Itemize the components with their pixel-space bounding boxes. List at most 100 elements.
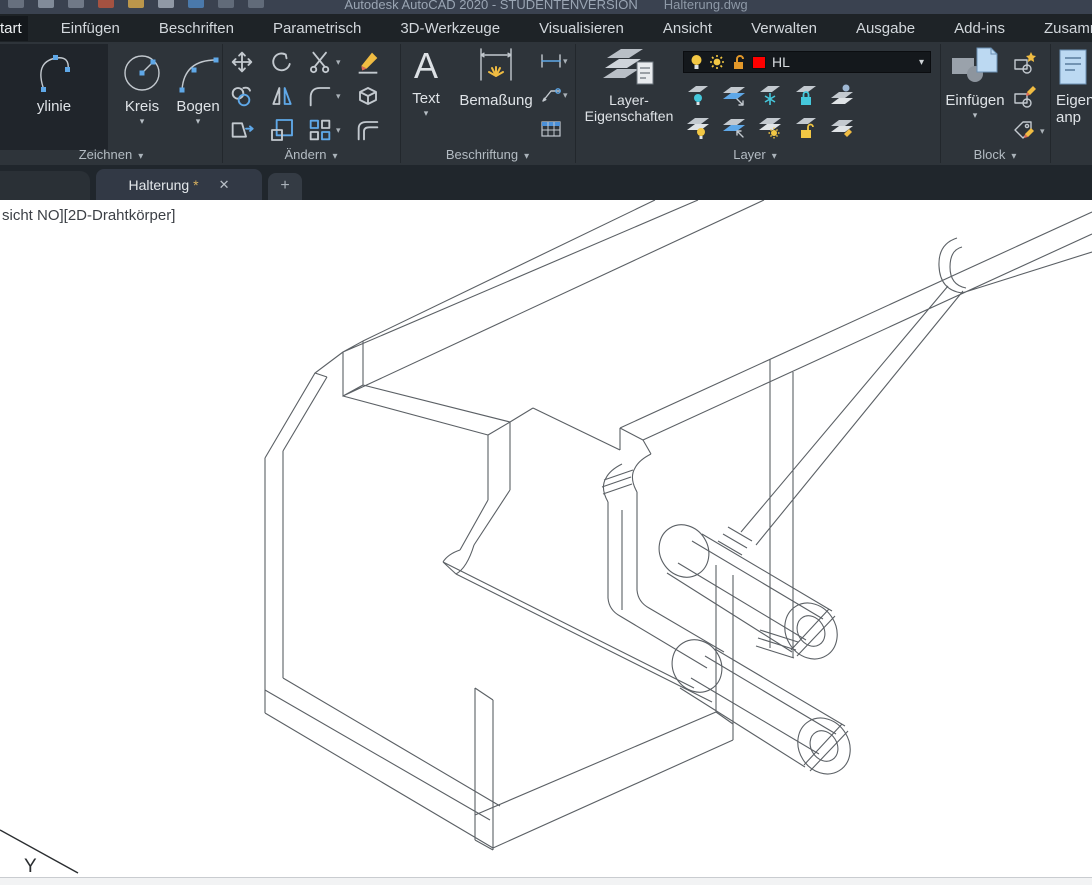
fuehrungslinie-caret-icon[interactable]: ▾ xyxy=(563,90,568,101)
modified-indicator: * xyxy=(193,177,198,193)
layer-select-dropdown[interactable]: HL ▾ xyxy=(683,51,931,73)
ribbon-tab-parametrisch[interactable]: Parametrisch xyxy=(267,16,367,41)
spiegeln-button[interactable] xyxy=(270,84,294,108)
layer-lock-icon xyxy=(793,82,819,108)
ribbon-tab-visualisieren[interactable]: Visualisieren xyxy=(533,16,630,41)
layer-off-icon xyxy=(685,82,711,108)
eigenschaften-label-2: anp xyxy=(1056,109,1092,126)
stutzen-button[interactable] xyxy=(308,50,332,74)
ribbon: ylinie Kreis ▾ Bogen xyxy=(0,42,1092,165)
panel-label-zeichnen[interactable]: Zeichnen▾ xyxy=(0,147,222,162)
strecken-button[interactable] xyxy=(230,118,254,142)
zeichnen-caret-icon: ▾ xyxy=(138,151,143,162)
kopieren-button[interactable] xyxy=(230,84,254,108)
stutzen-caret-icon[interactable]: ▾ xyxy=(336,57,341,68)
file-tab-stub[interactable] xyxy=(0,171,90,200)
attribut-bearbeiten-button[interactable] xyxy=(1012,118,1038,144)
layer-isolieren-button[interactable] xyxy=(721,82,747,108)
layer-unisolate-icon xyxy=(721,114,747,140)
reihe-button[interactable] xyxy=(308,118,332,142)
abrunden-caret-icon[interactable]: ▾ xyxy=(336,91,341,102)
layer-caret-icon: ▾ xyxy=(772,151,777,162)
layer-eigenschaften-button[interactable]: Layer- Eigenschaften xyxy=(581,44,677,124)
ribbon-tab-add-ins[interactable]: Add-ins xyxy=(948,16,1011,41)
block-erstellen-button[interactable] xyxy=(1012,50,1038,76)
linear-bemassung-button[interactable] xyxy=(540,52,562,70)
block-einfuegen-caret-icon[interactable]: ▾ xyxy=(942,110,1008,121)
move-icon xyxy=(230,50,254,74)
tabelle-button[interactable] xyxy=(540,120,562,138)
layer-on-icon xyxy=(685,114,711,140)
attribut-caret-icon[interactable]: ▾ xyxy=(1040,126,1045,137)
loeschen-button[interactable] xyxy=(356,50,380,74)
close-tab-icon[interactable]: ✕ xyxy=(219,177,230,193)
panel-eigenschaften-partial: Eigen anp xyxy=(1050,42,1092,165)
ribbon-tab-ansicht[interactable]: Ansicht xyxy=(657,16,718,41)
reihe-caret-icon[interactable]: ▾ xyxy=(336,125,341,136)
kreis-button[interactable]: Kreis ▾ xyxy=(116,44,168,127)
ribbon-tab-einfuegen[interactable]: Einfügen xyxy=(55,16,126,41)
abrunden-button[interactable] xyxy=(308,84,332,108)
schieben-button[interactable] xyxy=(230,50,254,74)
match-layer-icon xyxy=(829,114,855,140)
new-tab-button[interactable]: + xyxy=(268,173,302,200)
ribbon-tab-beschriften[interactable]: Beschriften xyxy=(153,16,240,41)
dimension-icon xyxy=(474,46,518,90)
explode-box-icon xyxy=(356,84,380,108)
layer-frieren-button[interactable] xyxy=(757,82,783,108)
file-tab-bar: Halterung* ✕ + xyxy=(0,165,1092,200)
bemassung-button[interactable]: Bemaßung xyxy=(454,44,538,109)
ribbon-tab-zusammenarbeiten[interactable]: Zusammenarbeiten xyxy=(1038,16,1092,41)
block-einfuegen-button[interactable]: Einfügen ▾ xyxy=(942,44,1008,121)
layer-sperren-button[interactable] xyxy=(793,82,819,108)
ribbon-tab-verwalten[interactable]: Verwalten xyxy=(745,16,823,41)
bogen-caret-icon[interactable]: ▾ xyxy=(170,116,226,127)
drehen-button[interactable] xyxy=(270,50,294,74)
panel-label-aendern[interactable]: Ändern▾ xyxy=(222,147,400,162)
layer-isolate-icon xyxy=(721,82,747,108)
ribbon-tab-ausgabe[interactable]: Ausgabe xyxy=(850,16,921,41)
edit-block-icon xyxy=(1012,84,1038,110)
layer-color-swatch[interactable] xyxy=(752,56,766,69)
layer-aus-button[interactable] xyxy=(685,82,711,108)
ribbon-tab-bar: Start Einfügen Beschriften Parametrisch … xyxy=(0,14,1092,42)
block-editor-button[interactable] xyxy=(1012,84,1038,110)
panel-label-layer[interactable]: Layer▾ xyxy=(635,147,875,162)
bogen-label: Bogen xyxy=(170,98,226,115)
ucs-icon: Y xyxy=(0,830,78,877)
panel-label-beschriftung[interactable]: Beschriftung▾ xyxy=(400,147,575,162)
layer-tauen-button[interactable] xyxy=(757,114,783,140)
make-current-layer-icon xyxy=(829,82,855,108)
ursprung-button[interactable] xyxy=(356,84,380,108)
layer-entsperren-button[interactable] xyxy=(793,114,819,140)
panel-layer: Layer- Eigenschaften HL ▾ xyxy=(575,42,940,165)
polylinie-button[interactable]: ylinie xyxy=(0,44,108,150)
kreis-caret-icon[interactable]: ▾ xyxy=(116,116,168,127)
layer-aktuell-button[interactable] xyxy=(829,82,855,108)
fuehrungslinie-button[interactable] xyxy=(540,86,562,104)
layer-dropdown-caret-icon[interactable]: ▾ xyxy=(919,57,924,68)
ribbon-tab-start[interactable]: Start xyxy=(0,16,28,41)
versetzen-button[interactable] xyxy=(356,118,380,142)
fillet-icon xyxy=(308,84,332,108)
layer-isolierung-aufheben-button[interactable] xyxy=(721,114,747,140)
bogen-button[interactable]: Bogen ▾ xyxy=(170,44,226,127)
varia-button[interactable] xyxy=(270,118,294,142)
linear-bemassung-caret-icon[interactable]: ▾ xyxy=(563,56,568,67)
mirror-icon xyxy=(270,84,294,108)
text-button[interactable]: A Text ▾ xyxy=(404,44,448,119)
layer-ein-button[interactable] xyxy=(685,114,711,140)
text-label: Text xyxy=(404,90,448,107)
drawing-canvas[interactable]: sicht NO][2D-Drahtkörper] xyxy=(0,200,1092,877)
trim-scissors-icon xyxy=(308,50,332,74)
panel-label-block[interactable]: Block▾ xyxy=(940,147,1050,162)
file-tab-halterung[interactable]: Halterung* ✕ xyxy=(96,169,262,200)
beam xyxy=(343,200,764,396)
eigenschaften-anpassen-button[interactable]: Eigen anp xyxy=(1056,44,1092,126)
layer-angleichen-button[interactable] xyxy=(829,114,855,140)
ribbon-tab-3d-werkzeuge[interactable]: 3D-Werkzeuge xyxy=(394,16,506,41)
notch xyxy=(443,408,724,702)
layer-properties-icon xyxy=(601,46,657,90)
offset-icon xyxy=(356,118,380,142)
text-caret-icon[interactable]: ▾ xyxy=(404,108,448,119)
